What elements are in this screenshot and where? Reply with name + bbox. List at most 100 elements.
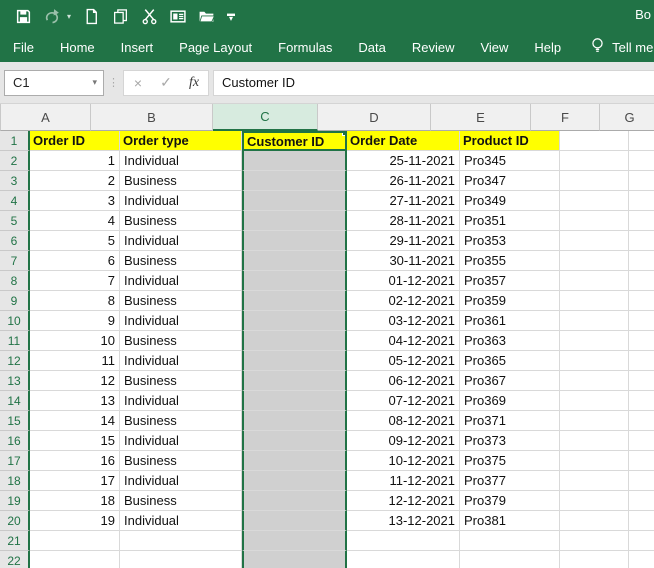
cancel-icon[interactable]: × xyxy=(124,71,152,95)
cell-B19[interactable]: Business xyxy=(120,491,242,511)
row-header-10[interactable]: 10 xyxy=(0,311,30,331)
cell-F19[interactable] xyxy=(560,491,629,511)
cell-G6[interactable] xyxy=(629,231,654,251)
cell-B2[interactable]: Individual xyxy=(120,151,242,171)
cell-A14[interactable]: 13 xyxy=(30,391,120,411)
row-header-18[interactable]: 18 xyxy=(0,471,30,491)
cell-F2[interactable] xyxy=(560,151,629,171)
column-header-B[interactable]: B xyxy=(91,104,213,131)
cell-B21[interactable] xyxy=(120,531,242,551)
cell-G17[interactable] xyxy=(629,451,654,471)
cell-C5[interactable] xyxy=(242,211,347,231)
cell-C10[interactable] xyxy=(242,311,347,331)
cell-E18[interactable]: Pro377 xyxy=(460,471,560,491)
cell-B8[interactable]: Individual xyxy=(120,271,242,291)
cell-F11[interactable] xyxy=(560,331,629,351)
redo-dropdown-icon[interactable]: ▾ xyxy=(67,12,71,21)
cell-A20[interactable]: 19 xyxy=(30,511,120,531)
cell-A21[interactable] xyxy=(30,531,120,551)
enter-check-icon[interactable]: ✓ xyxy=(152,71,180,95)
cell-E12[interactable]: Pro365 xyxy=(460,351,560,371)
cell-D7[interactable]: 30-11-2021 xyxy=(347,251,460,271)
column-header-A[interactable]: A xyxy=(1,104,91,131)
cell-A13[interactable]: 12 xyxy=(30,371,120,391)
cell-B18[interactable]: Individual xyxy=(120,471,242,491)
tab-insert[interactable]: Insert xyxy=(108,32,167,62)
tab-file[interactable]: File xyxy=(0,32,47,62)
cell-A8[interactable]: 7 xyxy=(30,271,120,291)
cell-E6[interactable]: Pro353 xyxy=(460,231,560,251)
cell-E8[interactable]: Pro357 xyxy=(460,271,560,291)
cell-A15[interactable]: 14 xyxy=(30,411,120,431)
cell-E13[interactable]: Pro367 xyxy=(460,371,560,391)
tab-review[interactable]: Review xyxy=(399,32,468,62)
name-box[interactable]: C1 ▾ xyxy=(4,70,104,96)
cell-C13[interactable] xyxy=(242,371,347,391)
cell-C21[interactable] xyxy=(242,531,347,551)
cell-G12[interactable] xyxy=(629,351,654,371)
column-header-D[interactable]: D xyxy=(318,104,431,131)
cell-E9[interactable]: Pro359 xyxy=(460,291,560,311)
cell-B6[interactable]: Individual xyxy=(120,231,242,251)
cell-C14[interactable] xyxy=(242,391,347,411)
cell-G10[interactable] xyxy=(629,311,654,331)
cell-F9[interactable] xyxy=(560,291,629,311)
cell-D9[interactable]: 02-12-2021 xyxy=(347,291,460,311)
cell-F18[interactable] xyxy=(560,471,629,491)
cell-E14[interactable]: Pro369 xyxy=(460,391,560,411)
cell-G19[interactable] xyxy=(629,491,654,511)
cell-F14[interactable] xyxy=(560,391,629,411)
cell-D4[interactable]: 27-11-2021 xyxy=(347,191,460,211)
cell-A11[interactable]: 10 xyxy=(30,331,120,351)
cell-E10[interactable]: Pro361 xyxy=(460,311,560,331)
cell-F21[interactable] xyxy=(560,531,629,551)
cell-F8[interactable] xyxy=(560,271,629,291)
selection-handle[interactable] xyxy=(342,131,347,136)
cell-G8[interactable] xyxy=(629,271,654,291)
cell-G7[interactable] xyxy=(629,251,654,271)
cell-D22[interactable] xyxy=(347,551,460,568)
cell-A4[interactable]: 3 xyxy=(30,191,120,211)
new-document-icon[interactable] xyxy=(82,7,100,25)
cell-D17[interactable]: 10-12-2021 xyxy=(347,451,460,471)
cell-A9[interactable]: 8 xyxy=(30,291,120,311)
cell-F16[interactable] xyxy=(560,431,629,451)
form-icon[interactable] xyxy=(169,7,187,25)
cell-C20[interactable] xyxy=(242,511,347,531)
cell-G1[interactable] xyxy=(629,131,654,151)
cell-A19[interactable]: 18 xyxy=(30,491,120,511)
row-header-2[interactable]: 2 xyxy=(0,151,30,171)
row-header-21[interactable]: 21 xyxy=(0,531,30,551)
cell-B13[interactable]: Business xyxy=(120,371,242,391)
cell-D8[interactable]: 01-12-2021 xyxy=(347,271,460,291)
copy-icon[interactable] xyxy=(111,7,129,25)
tab-help[interactable]: Help xyxy=(521,32,574,62)
cell-G3[interactable] xyxy=(629,171,654,191)
cell-D11[interactable]: 04-12-2021 xyxy=(347,331,460,351)
cell-E19[interactable]: Pro379 xyxy=(460,491,560,511)
formula-bar-drag-handle[interactable]: ⋮ xyxy=(104,76,123,89)
cell-E11[interactable]: Pro363 xyxy=(460,331,560,351)
row-header-17[interactable]: 17 xyxy=(0,451,30,471)
cell-E22[interactable] xyxy=(460,551,560,568)
row-header-12[interactable]: 12 xyxy=(0,351,30,371)
cell-A18[interactable]: 17 xyxy=(30,471,120,491)
cell-A12[interactable]: 11 xyxy=(30,351,120,371)
cell-G13[interactable] xyxy=(629,371,654,391)
cell-A1[interactable]: Order ID xyxy=(30,131,120,151)
cell-D20[interactable]: 13-12-2021 xyxy=(347,511,460,531)
cell-G4[interactable] xyxy=(629,191,654,211)
cell-F3[interactable] xyxy=(560,171,629,191)
cell-C9[interactable] xyxy=(242,291,347,311)
row-header-1[interactable]: 1 xyxy=(0,131,30,151)
cell-B12[interactable]: Individual xyxy=(120,351,242,371)
cut-icon[interactable] xyxy=(140,7,158,25)
tab-view[interactable]: View xyxy=(467,32,521,62)
tell-me-box[interactable]: Tell me w xyxy=(590,37,654,57)
cell-G14[interactable] xyxy=(629,391,654,411)
cell-A5[interactable]: 4 xyxy=(30,211,120,231)
tab-data[interactable]: Data xyxy=(345,32,398,62)
cell-B11[interactable]: Business xyxy=(120,331,242,351)
cell-G20[interactable] xyxy=(629,511,654,531)
row-header-3[interactable]: 3 xyxy=(0,171,30,191)
